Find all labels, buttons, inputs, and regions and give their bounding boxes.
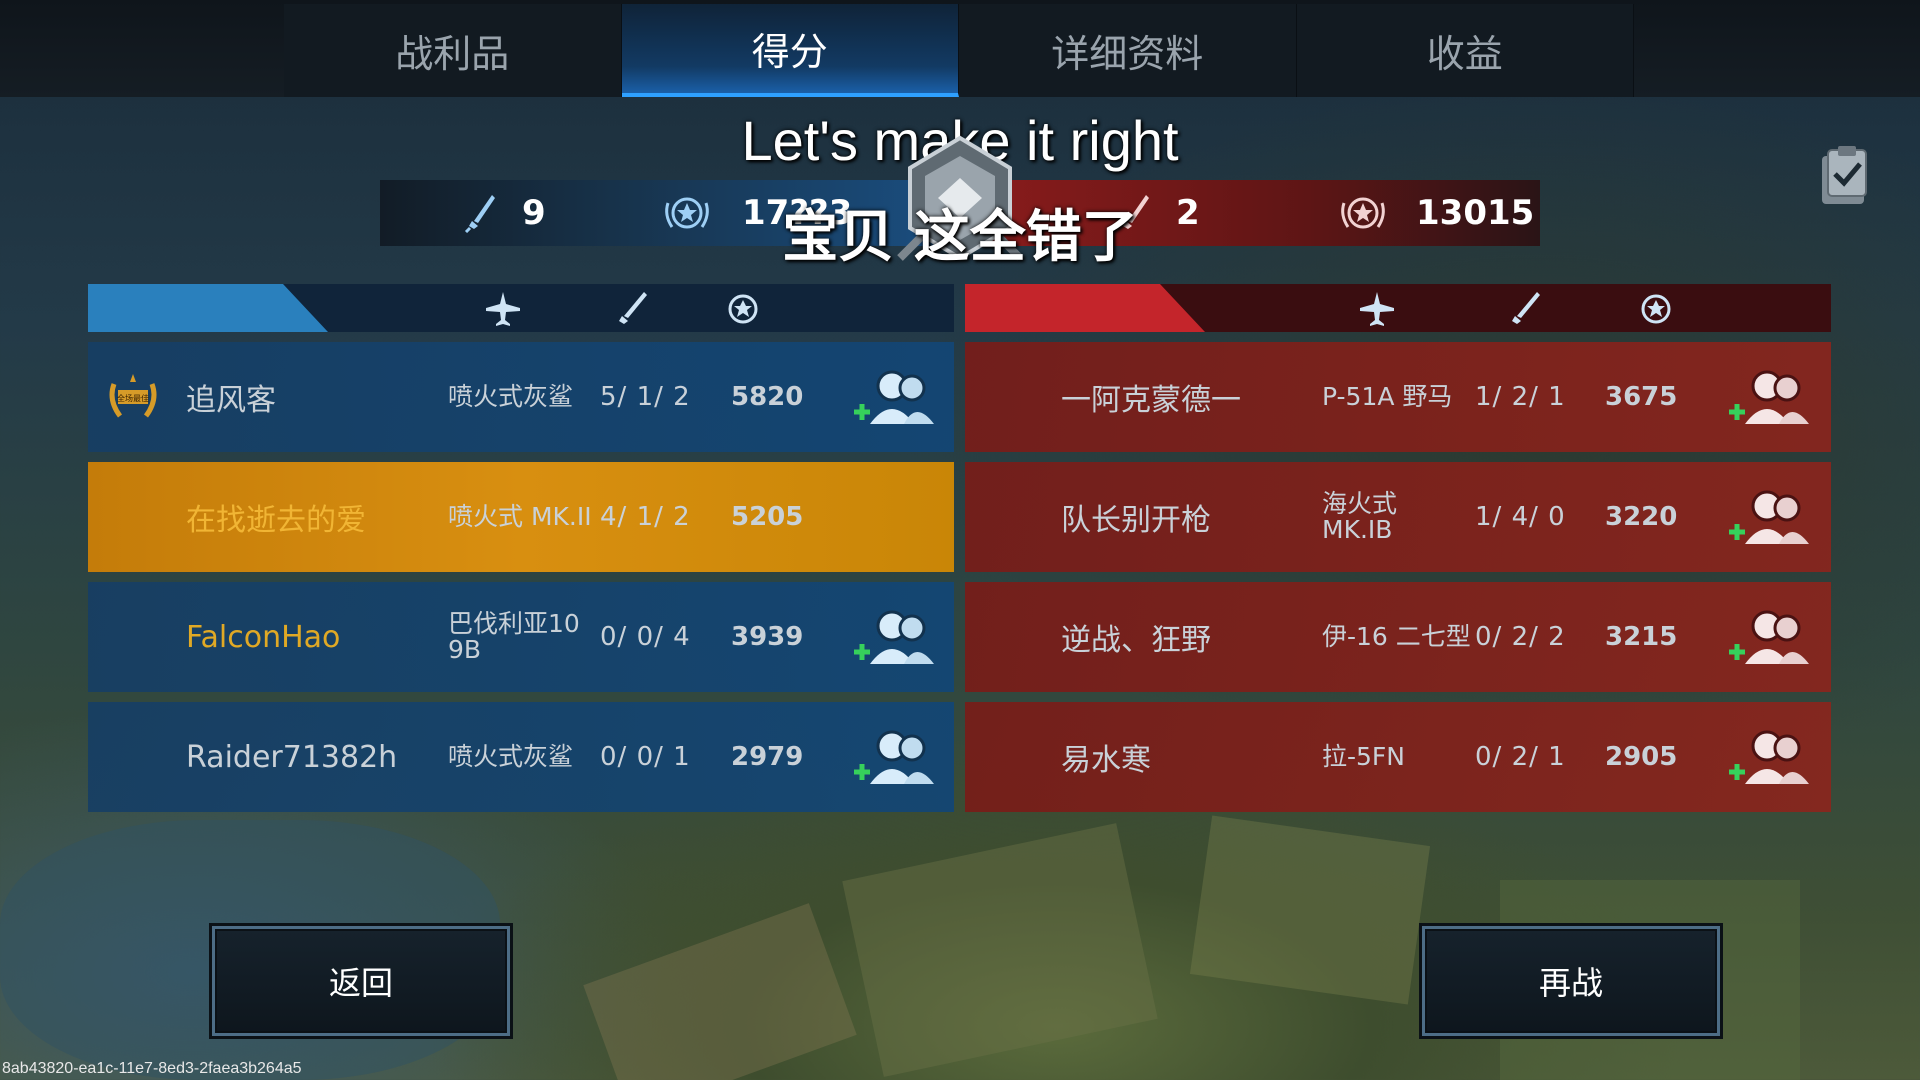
player-kda: 0/ 2/ 2 (1475, 622, 1566, 652)
blue-player-row[interactable]: 全场最佳 追风客 喷火式灰鲨 5/ 1/ 2 5820 (88, 342, 954, 452)
player-kda: 1/ 2/ 1 (1475, 382, 1566, 412)
red-team-header (965, 284, 1831, 332)
sword-icon (619, 292, 647, 324)
blue-player-row[interactable]: FalconHao 巴伐利亚10 9B 0/ 0/ 4 3939 (88, 582, 954, 692)
player-name: 逆战、狂野 (1061, 623, 1211, 658)
tab-score[interactable]: 得分 (621, 4, 959, 97)
plane-icon (486, 292, 520, 326)
player-name: Raider71382h (186, 739, 398, 775)
add-friend-icon[interactable] (1723, 606, 1815, 668)
player-plane: 喷火式灰鲨 (448, 382, 574, 411)
player-kda: 5/ 1/ 2 (600, 382, 691, 412)
blue-player-row-self[interactable]: 在找逝去的爱 喷火式 MK.II 4/ 1/ 2 5205 (88, 462, 954, 572)
blue-team-header (88, 284, 954, 332)
red-team-accent (965, 284, 1205, 332)
add-friend-icon[interactable] (1723, 366, 1815, 428)
player-name: FalconHao (186, 619, 341, 655)
red-player-row[interactable]: 逆战、狂野 伊-16 二七型 0/ 2/ 2 3215 (965, 582, 1831, 692)
terrain-field (1189, 815, 1431, 1005)
player-plane: P-51A 野马 (1322, 382, 1453, 411)
red-player-row[interactable]: 易水寒 拉-5FN 0/ 2/ 1 2905 (965, 702, 1831, 812)
player-plane: 巴伐利亚10 9B (448, 609, 580, 664)
player-score: 3220 (1605, 502, 1678, 532)
player-name: 追风客 (186, 383, 276, 418)
terrain-field (842, 823, 1158, 1077)
player-score: 2979 (731, 742, 804, 772)
tab-bar: 战利品 得分 详细资料 收益 (0, 0, 1920, 97)
player-score: 3215 (1605, 622, 1678, 652)
player-plane: 伊-16 二七型 (1322, 622, 1471, 651)
red-team-panel: 一阿克蒙德一 P-51A 野马 1/ 2/ 1 3675 队长别开枪 海火式 M… (965, 284, 1831, 812)
player-kda: 0/ 0/ 1 (600, 742, 691, 772)
add-friend-icon[interactable] (1723, 726, 1815, 788)
add-friend-icon[interactable] (848, 606, 940, 668)
tab-loot[interactable]: 战利品 (284, 4, 622, 97)
add-friend-icon[interactable] (848, 366, 940, 428)
player-plane: 喷火式灰鲨 (448, 742, 574, 771)
player-kda: 0/ 0/ 4 (600, 622, 691, 652)
player-kda: 4/ 1/ 2 (600, 502, 691, 532)
play-again-button[interactable]: 再战 (1422, 926, 1720, 1036)
session-id: 8ab43820-ea1c-11e7-8ed3-2faea3b264a5 (2, 1060, 302, 1077)
terrain-field (583, 903, 857, 1080)
player-score: 3675 (1605, 382, 1678, 412)
add-friend-icon[interactable] (1723, 486, 1815, 548)
tabs: 战利品 得分 详细资料 收益 (284, 4, 1634, 97)
player-plane: 拉-5FN (1322, 742, 1406, 771)
player-name: 易水寒 (1061, 743, 1151, 778)
player-plane: 喷火式 MK.II (448, 502, 592, 531)
subtitle-caption-chinese: 宝贝 这全错了 (782, 205, 1138, 270)
sword-icon (1512, 292, 1540, 324)
player-kda: 1/ 4/ 0 (1475, 502, 1566, 532)
red-player-row[interactable]: 队长别开枪 海火式 MK.IB 1/ 4/ 0 3220 (965, 462, 1831, 572)
blue-team-accent (88, 284, 328, 332)
player-name: 一阿克蒙德一 (1061, 383, 1241, 418)
mvp-label: 全场最佳 (117, 393, 149, 403)
plane-icon (1360, 292, 1394, 326)
player-score: 5820 (731, 382, 804, 412)
blue-team-panel: 全场最佳 追风客 喷火式灰鲨 5/ 1/ 2 5820 在找逝去的爱 喷火式 M… (88, 284, 954, 812)
laurel-badge-icon: 全场最佳 (109, 374, 157, 418)
star-wreath-icon (728, 294, 758, 324)
player-kda: 0/ 2/ 1 (1475, 742, 1566, 772)
player-plane: 海火式 MK.IB (1322, 489, 1398, 544)
player-name: 在找逝去的爱 (186, 503, 366, 538)
add-friend-icon[interactable] (848, 726, 940, 788)
player-score: 5205 (731, 502, 804, 532)
star-wreath-icon (1641, 294, 1671, 324)
tab-details[interactable]: 详细资料 (959, 4, 1297, 97)
player-score: 3939 (731, 622, 804, 652)
back-button[interactable]: 返回 (212, 926, 510, 1036)
player-score: 2905 (1605, 742, 1678, 772)
player-name: 队长别开枪 (1061, 503, 1211, 538)
red-player-row[interactable]: 一阿克蒙德一 P-51A 野马 1/ 2/ 1 3675 (965, 342, 1831, 452)
blue-player-row[interactable]: Raider71382h 喷火式灰鲨 0/ 0/ 1 2979 (88, 702, 954, 812)
tab-earnings[interactable]: 收益 (1296, 4, 1634, 97)
